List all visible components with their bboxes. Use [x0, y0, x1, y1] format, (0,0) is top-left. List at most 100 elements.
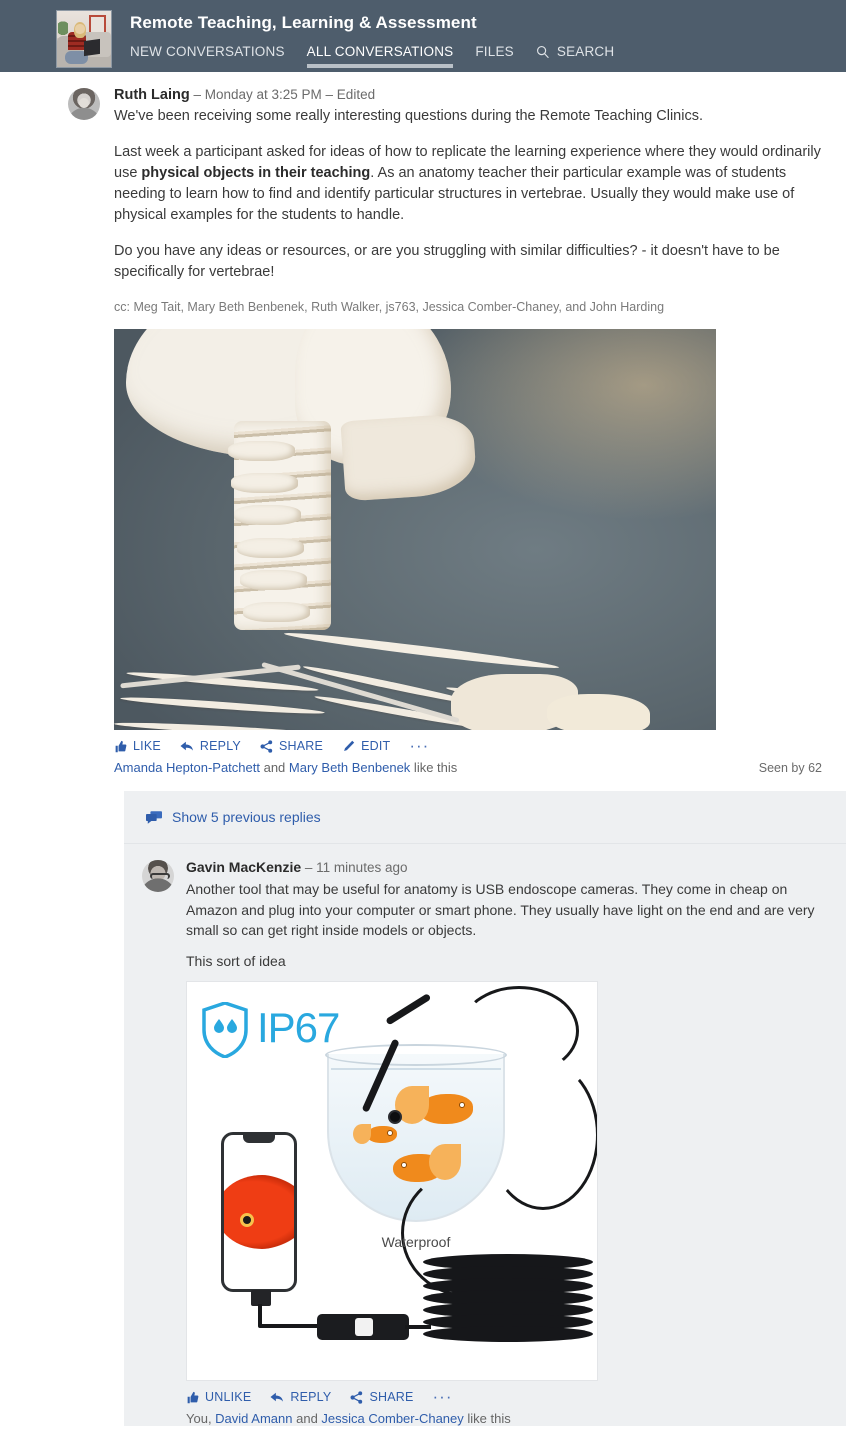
reply-likers-suffix: like this [463, 1411, 511, 1426]
reply-label: REPLY [199, 739, 241, 753]
group-avatar[interactable] [56, 10, 112, 68]
root-post-body: Ruth Laing – Monday at 3:25 PM – Edited … [114, 86, 822, 775]
likers-suffix: like this [410, 760, 458, 775]
reply-author[interactable]: Gavin MacKenzie [186, 859, 301, 875]
post-paragraph-3: Do you have any ideas or resources, or a… [114, 243, 780, 280]
avatar[interactable] [142, 860, 174, 892]
avatar-plant [58, 17, 68, 35]
ip-rating-label: IP67 [257, 1004, 340, 1051]
root-post: Ruth Laing – Monday at 3:25 PM – Edited … [0, 72, 846, 775]
reply-reply-button[interactable]: REPLY [270, 1390, 331, 1404]
reply-paragraph-1: Another tool that may be useful for anat… [186, 881, 815, 938]
edit-button[interactable]: EDIT [342, 739, 390, 753]
vertebra [243, 601, 310, 622]
reply-paragraph-2: This sort of idea [186, 952, 286, 969]
reply-reply-label: REPLY [290, 1390, 332, 1404]
reply-meta: Gavin MacKenzie – 11 minutes ago [186, 858, 822, 877]
reply-share-button[interactable]: SHARE [350, 1390, 413, 1404]
post-attachment-image[interactable] [114, 329, 716, 730]
waterproof-shield-icon [202, 1002, 248, 1058]
seen-by-count: Seen by 62 [758, 760, 822, 775]
tab-new-conversations[interactable]: NEW CONVERSATIONS [130, 44, 285, 68]
share-label: SHARE [278, 739, 324, 753]
endoscope-probe-bend [385, 993, 432, 1026]
rib [120, 694, 325, 717]
app-header: Remote Teaching, Learning & Assessment N… [0, 0, 846, 72]
waterproof-caption: Waterproof [381, 1234, 451, 1250]
share-icon [260, 739, 273, 753]
reply-liker-link-2[interactable]: Jessica Comber-Chaney [321, 1411, 463, 1426]
phone-notch [243, 1135, 275, 1143]
post-action-bar: LIKE REPLY SHARE EDIT ··· [114, 737, 822, 754]
likers-text: Amanda Hepton-Patchett and Mary Beth Ben… [114, 760, 457, 775]
goldfish-large-eye [459, 1102, 465, 1108]
vertebra [240, 569, 307, 590]
conversation-thread: Ruth Laing – Monday at 3:25 PM – Edited … [0, 72, 846, 1426]
cable-curve-top [459, 986, 579, 1076]
replies-container: Show 5 previous replies Gavin MacKenzie … [124, 791, 846, 1426]
reply-more-options-button[interactable]: ··· [433, 1388, 453, 1405]
thumbs-up-icon [115, 740, 127, 752]
liker-link-1[interactable]: Amanda Hepton-Patchett [114, 760, 260, 775]
post-paragraph-1: We've been receiving some really interes… [114, 108, 703, 124]
plug-cable [258, 1304, 262, 1326]
unlike-label: UNLIKE [205, 1390, 252, 1404]
comments-icon [146, 810, 162, 824]
vertebra [234, 505, 301, 526]
like-label: LIKE [133, 739, 161, 753]
goldfish-small-eye [387, 1130, 393, 1136]
tab-search[interactable]: SEARCH [536, 44, 614, 68]
avatar-picture-frame-inner [91, 17, 104, 33]
water-line [331, 1068, 501, 1070]
usb-box-cable [405, 1325, 431, 1329]
reply-liker-link-1[interactable]: David Amann [215, 1411, 292, 1426]
smartphone-mockup [221, 1132, 297, 1292]
vertebra [231, 473, 298, 494]
avatar-laptop [84, 39, 101, 56]
like-button[interactable]: LIKE [114, 739, 161, 753]
avatar[interactable] [68, 88, 100, 120]
thumbs-up-icon [187, 1391, 199, 1403]
pencil-icon [344, 740, 355, 751]
rib [114, 720, 331, 730]
tab-files[interactable]: FILES [475, 44, 514, 68]
skeleton-photo [114, 329, 716, 730]
likers-prefix: You, [186, 1411, 216, 1426]
show-previous-replies-label: Show 5 previous replies [172, 809, 321, 825]
reply-share-label: SHARE [369, 1390, 414, 1404]
liker-link-2[interactable]: Mary Beth Benbenek [289, 760, 410, 775]
header-text-block: Remote Teaching, Learning & Assessment N… [130, 8, 614, 68]
likers-join: and [259, 760, 289, 775]
share-button[interactable]: SHARE [260, 739, 323, 753]
more-options-button[interactable]: ··· [409, 737, 429, 754]
main-nav: NEW CONVERSATIONS ALL CONVERSATIONS FILE… [130, 44, 614, 68]
avatar-head [75, 24, 85, 34]
vertebra [228, 441, 295, 462]
phone-screen-fish [224, 1175, 294, 1249]
post-author[interactable]: Ruth Laing [114, 87, 190, 103]
reply-arrow-icon [180, 741, 193, 751]
reply-button[interactable]: REPLY [180, 739, 241, 753]
reply-body: Gavin MacKenzie – 11 minutes ago Another… [186, 858, 822, 1426]
phone-screen-fish-eye [240, 1213, 254, 1227]
cable-coil [423, 1326, 593, 1342]
show-previous-replies-button[interactable]: Show 5 previous replies [124, 791, 846, 844]
reply-item: Gavin MacKenzie – 11 minutes ago Another… [124, 844, 846, 1426]
reply-attachment-image[interactable]: IP67 Waterproof [186, 981, 598, 1381]
share-icon [350, 1390, 363, 1404]
clavicle [283, 628, 559, 672]
tab-all-conversations[interactable]: ALL CONVERSATIONS [306, 44, 454, 68]
vertebra [237, 537, 304, 558]
post-cc-line: cc: Meg Tait, Mary Beth Benbenek, Ruth W… [114, 300, 665, 314]
edit-label: EDIT [361, 739, 391, 753]
endoscope-camera-tip [388, 1110, 402, 1124]
reply-likers-join: and [292, 1411, 322, 1426]
reply-likes-row: You, David Amann and Jessica Comber-Chan… [186, 1411, 822, 1426]
goldfish-medium-eye [401, 1162, 407, 1168]
reply-arrow-icon [270, 1392, 284, 1402]
post-meta: Ruth Laing – Monday at 3:25 PM – Edited [114, 86, 822, 104]
post-paragraph-2: Last week a participant asked for ideas … [114, 142, 822, 226]
scapula-secondary [547, 693, 650, 730]
skull-mandible [340, 412, 478, 502]
unlike-button[interactable]: UNLIKE [186, 1390, 251, 1404]
